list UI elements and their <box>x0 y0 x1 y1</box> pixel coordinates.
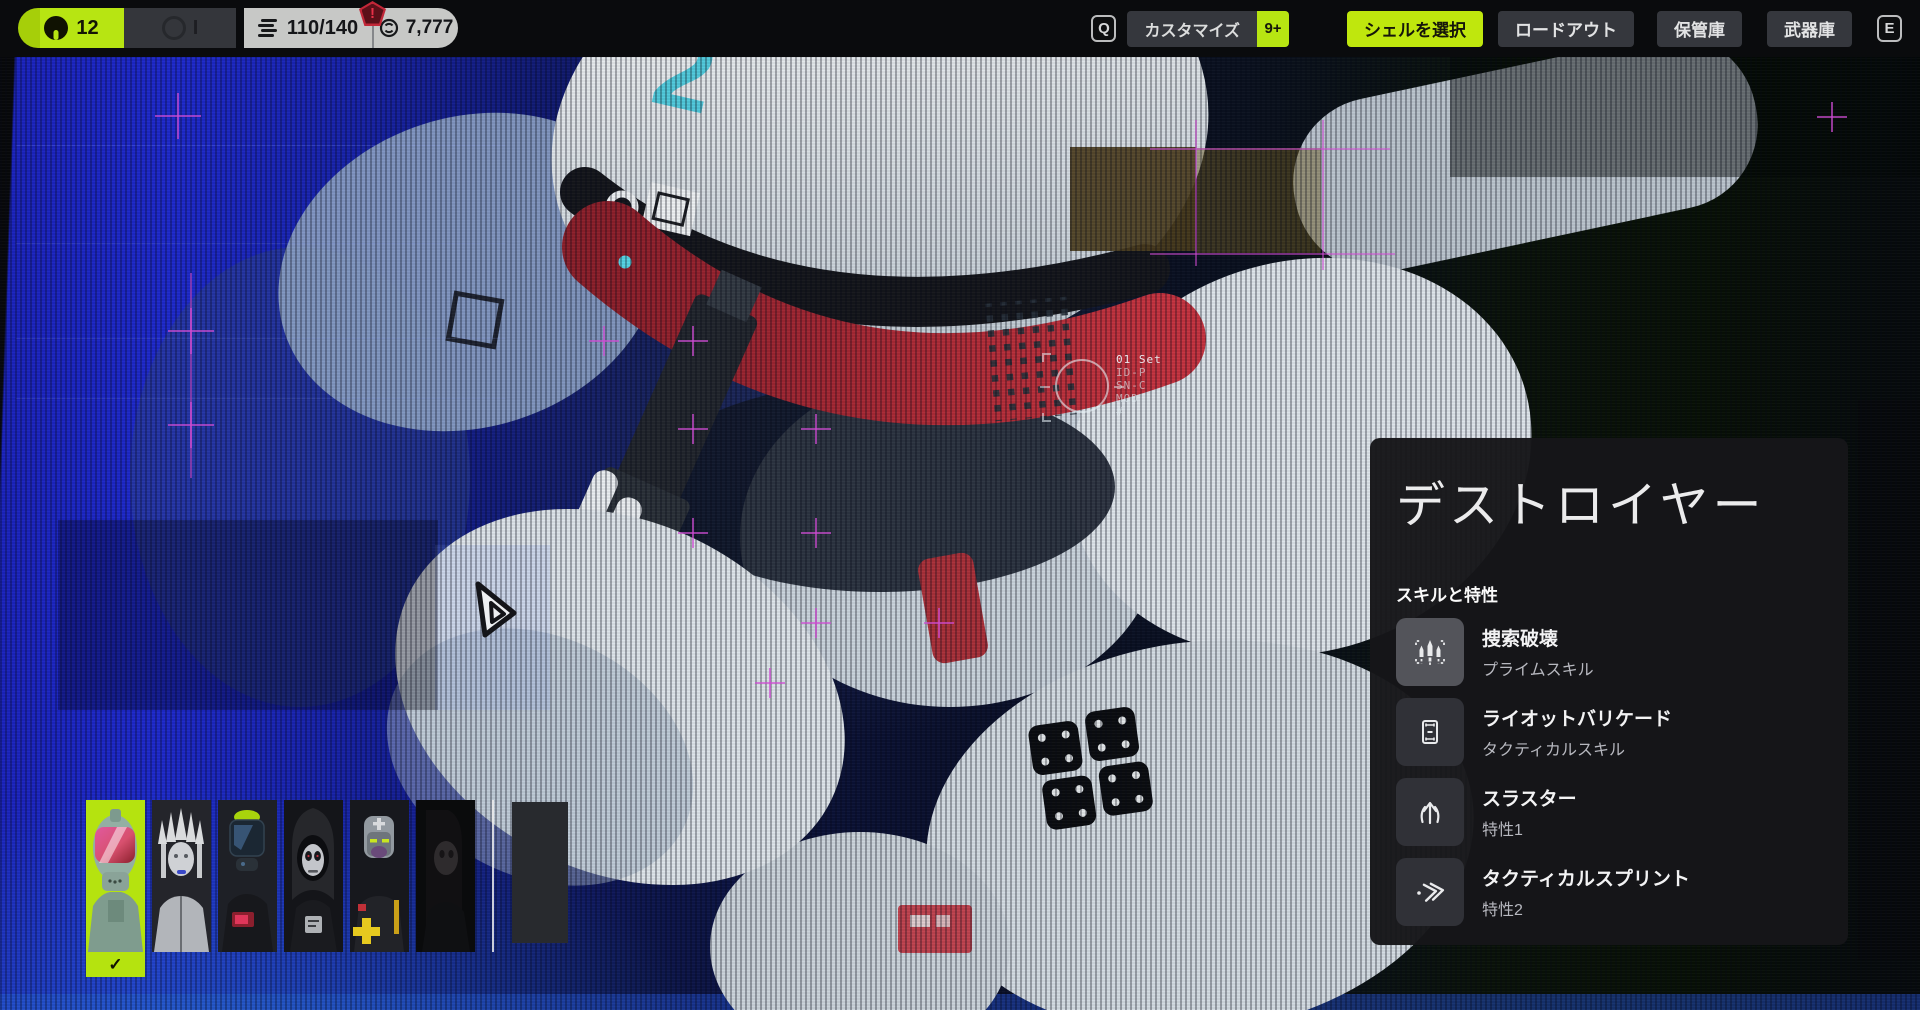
top-bar: 12 I 110/140 ! 7, <box>0 0 1920 57</box>
capacity-pill[interactable]: 110/140 ! <box>244 8 374 48</box>
hud-callout-line: # <box>1116 405 1162 418</box>
page-title: デストロイヤー <box>1396 466 1822 537</box>
hud-callout-line: 01 Set <box>1116 353 1162 366</box>
hud-callout-line: SN-C <box>1116 379 1162 392</box>
loadout-button[interactable]: ロードアウト <box>1498 11 1634 47</box>
grid-line <box>1150 253 1395 255</box>
vault-button[interactable]: 保管庫 <box>1657 11 1742 47</box>
skill-row-tactical[interactable]: ライオットバリケード タクティカルスキル <box>1396 698 1822 766</box>
skill-row-trait2[interactable]: タクティカルスプリント 特性2 <box>1396 858 1822 926</box>
customize-group: カスタマイズ 9+ <box>1127 11 1289 47</box>
glitch-seam <box>16 338 506 339</box>
barricade-icon <box>1410 712 1450 752</box>
skill-row-prime[interactable]: 捜索破壊 プライムスキル <box>1396 618 1822 686</box>
customize-count-badge: 9+ <box>1257 11 1289 47</box>
slot-pill[interactable]: I <box>124 8 236 48</box>
cross-robot-portrait <box>350 800 409 952</box>
skill-name: スラスター <box>1482 784 1577 811</box>
key-hint-q: Q <box>1091 15 1116 42</box>
customize-button[interactable]: カスタマイズ <box>1127 11 1257 47</box>
targeting-reticle <box>1055 359 1109 413</box>
shell-thumb[interactable] <box>350 800 409 952</box>
glitch-block <box>58 520 438 710</box>
resource-pill-group: 12 I 110/140 ! 7, <box>18 8 458 48</box>
shell-thumb-locked[interactable] <box>416 800 475 952</box>
player-count-pill[interactable]: 12 <box>18 8 124 48</box>
skill-name: 捜索破壊 <box>1482 624 1594 651</box>
grid-line <box>1150 148 1390 150</box>
grid-line <box>1195 120 1197 266</box>
screenhead-robot-portrait <box>218 800 277 952</box>
glitch-seam <box>16 243 506 244</box>
sprint-icon <box>1410 872 1450 912</box>
key-hint-e: E <box>1877 15 1902 42</box>
skills-section-label: スキルと特性 <box>1396 581 1822 606</box>
dimmed-portrait <box>416 800 475 952</box>
meter-icon <box>258 19 280 37</box>
grid-line <box>190 273 192 478</box>
shell-thumb[interactable] <box>218 800 277 952</box>
mouse-cursor-icon <box>474 581 520 641</box>
top-actions: Q カスタマイズ 9+ シェルを選択 ロードアウト 保管庫 武器庫 E <box>1091 0 1902 57</box>
game-screen: 2 <box>0 0 1920 1010</box>
spiked-hair-portrait <box>152 800 211 952</box>
glitch-seam <box>16 398 506 399</box>
select-shell-button[interactable]: シェルを選択 <box>1347 11 1483 47</box>
currency-value: 7,777 <box>406 17 454 39</box>
thruster-icon <box>1410 792 1450 832</box>
hud-callout-line: ID-P <box>1116 366 1162 379</box>
selected-check-icon: ✓ <box>86 952 145 977</box>
skill-name: ライオットバリケード <box>1482 704 1672 731</box>
skill-tile <box>1396 618 1464 686</box>
skill-name: タクティカルスプリント <box>1482 864 1690 891</box>
glitch-block <box>1450 57 1920 177</box>
empty-shell-slot[interactable] <box>512 802 568 943</box>
shell-thumb[interactable] <box>152 800 211 952</box>
capacity-value: 110/140 <box>287 17 358 40</box>
reticle-bracket-icon <box>1042 413 1051 422</box>
skill-tile <box>1396 858 1464 926</box>
skill-type: 特性2 <box>1482 896 1690 920</box>
glitch-block <box>1197 148 1321 253</box>
shell-thumb-selected[interactable]: ✓ <box>86 800 145 977</box>
shell-thumb[interactable] <box>284 800 343 952</box>
glitch-block <box>1858 400 1920 960</box>
shell-selector-strip: ✓ <box>86 800 475 977</box>
armory-button[interactable]: 武器庫 <box>1767 11 1852 47</box>
hud-callout-line: MOD <box>1116 392 1162 405</box>
skill-tile <box>1396 778 1464 846</box>
circle-icon <box>162 16 186 40</box>
skill-row-trait1[interactable]: スラスター 特性1 <box>1396 778 1822 846</box>
glitch-seam <box>16 145 506 146</box>
glitch-block <box>1070 147 1196 251</box>
strip-divider <box>492 800 494 952</box>
slot-value: I <box>193 17 199 40</box>
hud-callout: 01 Set ID-P SN-C MOD # <box>1116 353 1162 418</box>
currency-pill[interactable]: 7,777 <box>374 8 458 48</box>
player-count-value: 12 <box>76 17 98 40</box>
grid-line <box>1322 120 1324 270</box>
reticle-bracket-icon <box>1042 353 1051 362</box>
spectator-icon <box>43 15 69 41</box>
shell-info-panel: デストロイヤー スキルと特性 <box>1370 438 1848 945</box>
rockets-icon <box>1410 632 1450 672</box>
skill-type: 特性1 <box>1482 816 1577 840</box>
hooded-portrait <box>284 800 343 952</box>
skill-type: プライムスキル <box>1482 656 1594 680</box>
skill-type: タクティカルスキル <box>1482 736 1672 760</box>
pilot-helmet-portrait <box>86 800 145 952</box>
skill-tile <box>1396 698 1464 766</box>
